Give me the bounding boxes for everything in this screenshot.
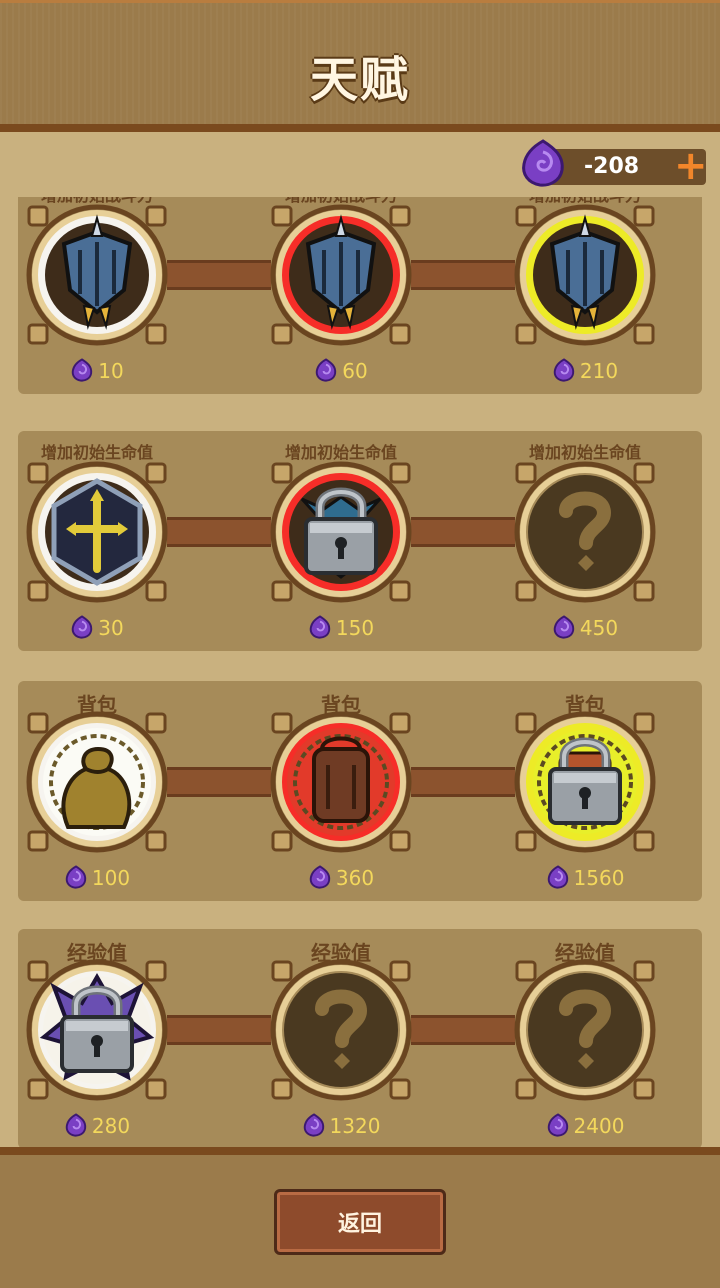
talent-connector xyxy=(167,517,271,547)
talent-node-button[interactable] xyxy=(24,459,170,605)
talent-cost: 150 xyxy=(227,615,455,644)
talent-cost-value: 60 xyxy=(342,359,368,383)
page-title: 天赋 xyxy=(309,52,410,108)
talent-cost-value: 450 xyxy=(579,616,619,640)
talent-node-button[interactable] xyxy=(24,709,170,855)
talent-cost-value: 150 xyxy=(335,616,375,640)
question-mark-icon xyxy=(528,973,642,1087)
talent-cost-value: 280 xyxy=(91,1114,131,1138)
back-button[interactable]: 返回 xyxy=(274,1189,446,1255)
add-currency-button[interactable]: + xyxy=(674,146,708,186)
purple-gem-icon xyxy=(552,358,576,387)
talent-node-button[interactable] xyxy=(512,202,658,348)
talent-node-button[interactable] xyxy=(268,202,414,348)
talent-connector xyxy=(167,767,271,797)
talent-connector xyxy=(411,260,515,290)
talent-cost: 100 xyxy=(0,865,211,894)
talent-cost: 1560 xyxy=(471,865,699,894)
talent-connector xyxy=(167,260,271,290)
talent-cost-value: 1320 xyxy=(329,1114,381,1138)
cross-hexagon-icon xyxy=(45,478,149,586)
top-bar: 天赋 xyxy=(0,0,720,132)
purple-gem-icon xyxy=(64,865,88,894)
backpack-icon xyxy=(287,728,395,836)
talent-cost-value: 2400 xyxy=(573,1114,625,1138)
talent-cost: 60 xyxy=(227,358,455,387)
talent-cost: 450 xyxy=(471,615,699,644)
talent-row: 增加初始战斗力10增加初始战斗力60增加初始战斗力210 xyxy=(18,197,702,394)
talent-node-button[interactable] xyxy=(24,957,170,1103)
talent-cost-value: 360 xyxy=(335,866,375,890)
talent-node-button[interactable] xyxy=(512,459,658,605)
talent-node-button[interactable] xyxy=(268,957,414,1103)
talent-connector xyxy=(167,1015,271,1045)
talent-cost: 210 xyxy=(471,358,699,387)
sack-icon xyxy=(43,728,151,836)
talent-list[interactable]: 增加初始战斗力10增加初始战斗力60增加初始战斗力210 增加初始生命值30增加初… xyxy=(0,197,720,1147)
talent-cost-value: 30 xyxy=(98,616,124,640)
purple-gem-icon xyxy=(546,1113,570,1142)
talent-cost-value: 100 xyxy=(91,866,131,890)
question-mark-icon xyxy=(528,475,642,589)
talent-cost: 1320 xyxy=(227,1113,455,1142)
talent-cost: 360 xyxy=(227,865,455,894)
talent-row: 经验值 280 经验值 1320 经验值 2400 xyxy=(18,929,702,1147)
purple-gem-icon xyxy=(70,358,94,387)
purple-gem-icon xyxy=(302,1113,326,1142)
talent-cost: 280 xyxy=(0,1113,211,1142)
talent-cost: 10 xyxy=(0,358,211,387)
talent-connector xyxy=(411,767,515,797)
talent-node-button[interactable] xyxy=(268,459,414,605)
talent-row: 增加初始生命值 30 增加初始生命值 150 增加初始生命值 450 xyxy=(18,431,702,651)
talent-row: 背包 100 背包 360 背包 1560 xyxy=(18,681,702,901)
talent-node-button[interactable] xyxy=(24,202,170,348)
purple-gem-icon xyxy=(552,615,576,644)
talent-connector xyxy=(411,1015,515,1045)
talent-connector xyxy=(411,517,515,547)
talent-cost-value: 10 xyxy=(98,359,124,383)
talent-cost: 30 xyxy=(0,615,211,644)
talent-node-button[interactable] xyxy=(512,709,658,855)
purple-gem-icon xyxy=(518,138,568,188)
purple-gem-icon xyxy=(64,1113,88,1142)
plus-icon: + xyxy=(674,143,708,189)
purple-gem-icon xyxy=(314,358,338,387)
lock-icon xyxy=(39,972,155,1084)
talent-node-button[interactable] xyxy=(268,709,414,855)
talent-cost-value: 210 xyxy=(579,359,619,383)
purple-gem-icon xyxy=(70,615,94,644)
talent-cost-value: 1560 xyxy=(573,866,625,890)
purple-gem-icon xyxy=(546,865,570,894)
lock-icon xyxy=(533,730,637,834)
talent-node-button[interactable] xyxy=(512,957,658,1103)
purple-gem-icon xyxy=(308,615,332,644)
talent-cost: 2400 xyxy=(471,1113,699,1142)
currency-value: -208 xyxy=(584,154,640,179)
question-mark-icon xyxy=(284,973,398,1087)
lock-icon xyxy=(289,480,393,584)
purple-gem-icon xyxy=(308,865,332,894)
